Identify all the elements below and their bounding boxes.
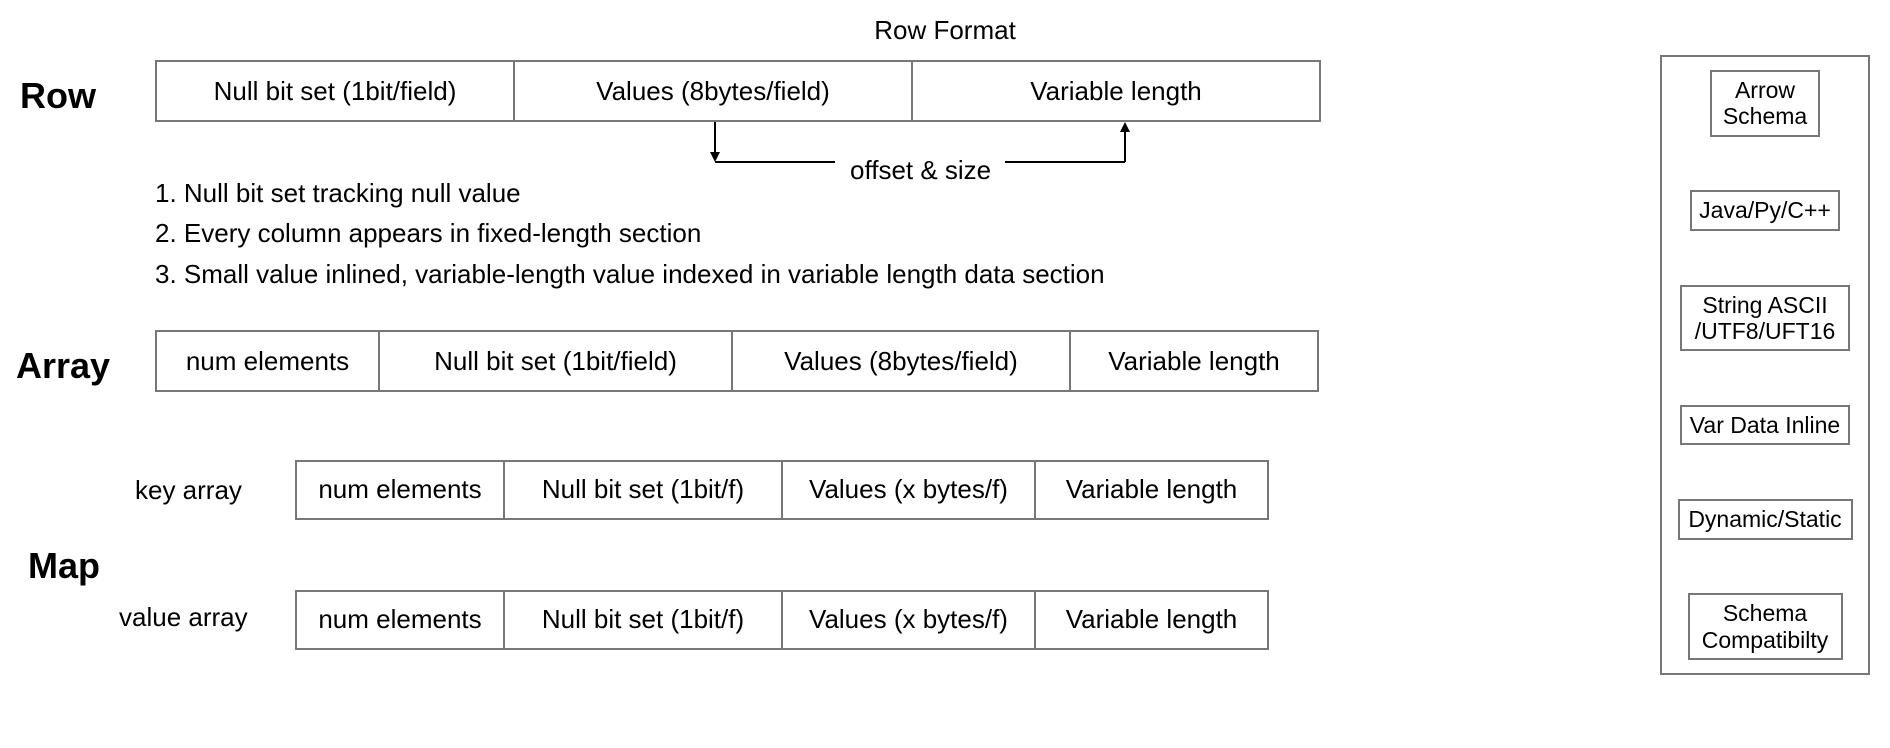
value-array-label: value array — [119, 602, 248, 633]
value-variable-length-cell: Variable length — [1034, 590, 1269, 650]
key-num-elements-cell: num elements — [295, 460, 505, 520]
note-2: 2. Every column appears in fixed-length … — [155, 215, 1105, 251]
key-variable-length-cell: Variable length — [1034, 460, 1269, 520]
value-null-bitset-cell: Null bit set (1bit/f) — [503, 590, 783, 650]
row-null-bitset-cell: Null bit set (1bit/field) — [155, 60, 515, 122]
array-structure: num elements Null bit set (1bit/field) V… — [155, 330, 1319, 392]
row-label: Row — [20, 75, 96, 117]
key-null-bitset-cell: Null bit set (1bit/f) — [503, 460, 783, 520]
sidebar-panel: Arrow Schema Java/Py/C++ String ASCII /U… — [1660, 55, 1870, 675]
note-1: 1. Null bit set tracking null value — [155, 175, 1105, 211]
map-value-array-structure: num elements Null bit set (1bit/f) Value… — [295, 590, 1269, 650]
sidebar-dynamic-static: Dynamic/Static — [1678, 499, 1853, 539]
sidebar-languages: Java/Py/C++ — [1690, 190, 1840, 230]
array-variable-length-cell: Variable length — [1069, 330, 1319, 392]
map-label: Map — [28, 545, 100, 587]
sidebar-arrow-schema: Arrow Schema — [1710, 70, 1820, 137]
sidebar-string-encoding: String ASCII /UTF8/UFT16 — [1680, 285, 1850, 352]
row-notes: 1. Null bit set tracking null value 2. E… — [155, 175, 1105, 296]
value-values-cell: Values (x bytes/f) — [781, 590, 1036, 650]
row-values-cell: Values (8bytes/field) — [513, 60, 913, 122]
sidebar-var-data-inline: Var Data Inline — [1680, 405, 1850, 445]
array-label: Array — [16, 345, 110, 387]
key-array-label: key array — [135, 475, 242, 506]
value-num-elements-cell: num elements — [295, 590, 505, 650]
sidebar-schema-compatibility: Schema Compatibilty — [1688, 593, 1843, 660]
row-structure: Null bit set (1bit/field) Values (8bytes… — [155, 60, 1321, 122]
note-3: 3. Small value inlined, variable-length … — [155, 256, 1105, 292]
array-num-elements-cell: num elements — [155, 330, 380, 392]
array-null-bitset-cell: Null bit set (1bit/field) — [378, 330, 733, 392]
map-key-array-structure: num elements Null bit set (1bit/f) Value… — [295, 460, 1269, 520]
array-values-cell: Values (8bytes/field) — [731, 330, 1071, 392]
row-variable-length-cell: Variable length — [911, 60, 1321, 122]
diagram-title: Row Format — [874, 15, 1016, 46]
key-values-cell: Values (x bytes/f) — [781, 460, 1036, 520]
